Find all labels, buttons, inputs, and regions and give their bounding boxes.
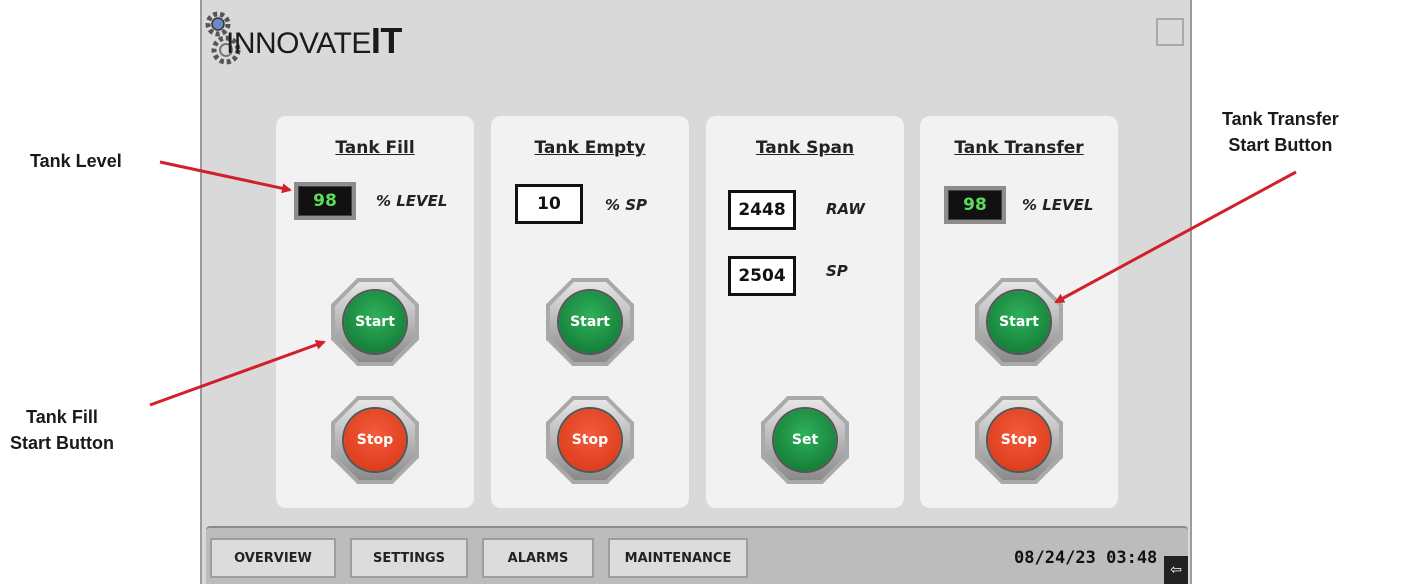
callout-arrows (149, 160, 1297, 407)
arrow-tank-transfer-start (1054, 170, 1297, 304)
arrow-tank-fill-start (149, 340, 326, 407)
arrow-tank-level (159, 160, 292, 194)
